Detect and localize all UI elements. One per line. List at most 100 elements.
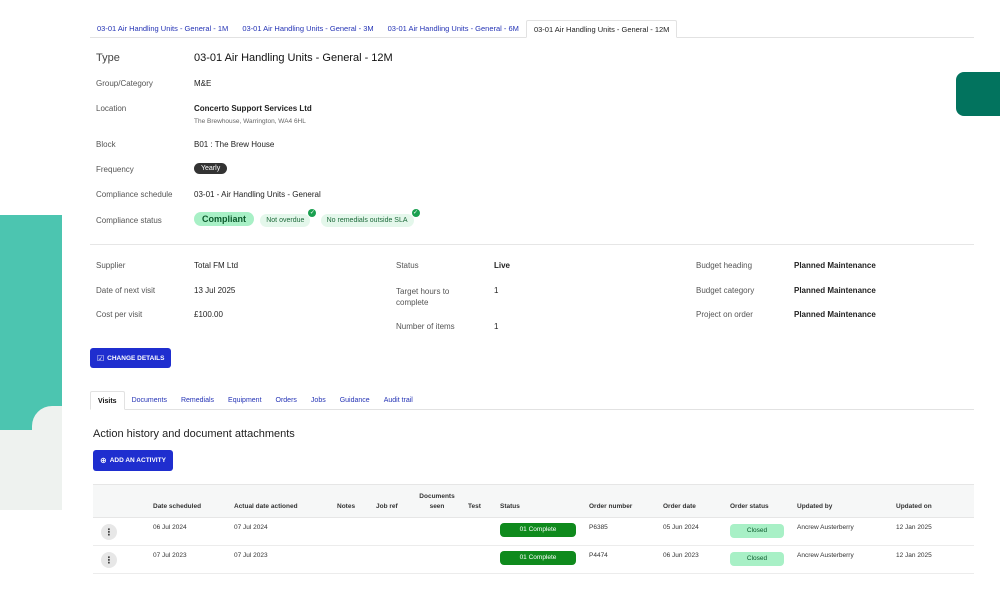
col-actual-date: Actual date actioned: [234, 503, 298, 510]
row-menu-icon[interactable]: ⋮: [101, 552, 117, 568]
cell-order-date: 05 Jun 2024: [663, 524, 699, 531]
block-value: B01 : The Brew House: [194, 140, 275, 149]
cell-updated-by: Ancrew Austerberry: [797, 552, 854, 559]
cell-actual-date: 07 Jul 2024: [234, 524, 268, 531]
row-menu-icon[interactable]: ⋮: [101, 524, 117, 540]
tab-remedials[interactable]: Remedials: [174, 391, 221, 410]
block-label: Block: [96, 140, 116, 149]
status-label: Status: [396, 261, 419, 270]
col-updated-on: Updated on: [896, 503, 932, 510]
items-value: 1: [494, 322, 499, 331]
cost-value: £100.00: [194, 310, 223, 319]
tab-audit-trail[interactable]: Audit trail: [377, 391, 420, 410]
order-status-badge: Closed: [730, 524, 784, 538]
type-value: 03-01 Air Handling Units - General - 12M: [194, 52, 393, 64]
col-date-scheduled: Date scheduled: [153, 503, 202, 510]
remedials-text: No remedials outside SLA: [326, 217, 408, 224]
tab-6m[interactable]: 03-01 Air Handling Units - General - 6M: [381, 20, 526, 38]
decorative-teal-shape-top: [0, 215, 62, 255]
table-row: ⋮ 06 Jul 2024 07 Jul 2024 01 Complete P6…: [93, 518, 974, 546]
col-order-date: Order date: [663, 503, 696, 510]
cell-updated-on: 12 Jan 2025: [896, 524, 932, 531]
target-hours-label: Target hours to complete: [396, 287, 450, 307]
frequency-badge: Yearly: [194, 163, 228, 174]
supplier-label: Supplier: [96, 261, 126, 270]
section-title: Action history and document attachments: [93, 428, 295, 440]
change-details-label: CHANGE DETAILS: [107, 354, 165, 362]
budget-heading-value: Planned Maintenance: [794, 261, 876, 270]
add-activity-label: ADD AN ACTIVITY: [109, 457, 166, 464]
cell-date-scheduled: 06 Jul 2024: [153, 524, 187, 531]
next-visit-value: 13 Jul 2025: [194, 286, 236, 295]
tab-equipment[interactable]: Equipment: [221, 391, 268, 410]
col-notes: Notes: [337, 503, 356, 510]
status-value: Live: [494, 261, 511, 270]
cost-label: Cost per visit: [96, 310, 143, 319]
location-label: Location: [96, 104, 127, 113]
not-overdue-badge: Not overdue ✓: [260, 209, 317, 227]
col-test: Test: [468, 503, 481, 510]
group-label: Group/Category: [96, 79, 153, 88]
location-address: The Brewhouse, Warrington, WA4 6HL: [194, 118, 306, 125]
schedule-value: 03-01 - Air Handling Units - General: [194, 190, 321, 199]
budget-category-label: Budget category: [696, 286, 755, 295]
supplier-value: Total FM Ltd: [194, 261, 239, 270]
project-label: Project on order: [696, 310, 753, 319]
tab-orders[interactable]: Orders: [269, 391, 304, 410]
tab-visits[interactable]: Visits: [90, 391, 125, 410]
tab-12m[interactable]: 03-01 Air Handling Units - General - 12M: [525, 20, 678, 38]
visits-table: Date scheduled Actual date actioned Note…: [93, 484, 974, 574]
table-row: ⋮ 07 Jul 2023 07 Jul 2023 01 Complete P4…: [93, 546, 974, 574]
cell-order-number: P6385: [589, 524, 608, 531]
plus-circle-icon: ⊕: [100, 456, 107, 465]
not-overdue-text: Not overdue: [266, 217, 305, 224]
schedule-label: Compliance schedule: [96, 190, 173, 199]
schedule-tabs: 03-01 Air Handling Units - General - 1M …: [90, 20, 974, 38]
target-hours-value: 1: [494, 286, 499, 295]
main-content: 03-01 Air Handling Units - General - 1M …: [90, 0, 974, 589]
compliance-status-cell: Compliant Not overdue ✓ No remedials outs…: [194, 209, 420, 227]
tab-documents[interactable]: Documents: [125, 391, 174, 410]
remedials-badge: No remedials outside SLA ✓: [320, 209, 420, 227]
cell-order-date: 06 Jun 2023: [663, 552, 699, 559]
col-status: Status: [500, 503, 520, 510]
status-complete-badge: 01 Complete: [500, 551, 576, 565]
location-name: Concerto Support Services Ltd: [194, 104, 312, 113]
col-documents-seen: Documents seen: [419, 493, 455, 510]
col-order-number: Order number: [589, 503, 633, 510]
change-details-button[interactable]: ☑ CHANGE DETAILS: [90, 348, 172, 368]
budget-category-value: Planned Maintenance: [794, 286, 876, 295]
group-value: M&E: [194, 79, 212, 88]
next-visit-label: Date of next visit: [96, 286, 156, 295]
col-updated-by: Updated by: [797, 503, 833, 510]
items-label: Number of items: [396, 322, 455, 331]
type-label: Type: [96, 52, 120, 64]
tab-jobs[interactable]: Jobs: [304, 391, 333, 410]
cell-order-number: P4474: [589, 552, 608, 559]
frequency-label: Frequency: [96, 165, 134, 174]
tab-guidance[interactable]: Guidance: [333, 391, 377, 410]
location-block: Concerto Support Services Ltd The Brewho…: [194, 104, 312, 125]
tab-1m[interactable]: 03-01 Air Handling Units - General - 1M: [90, 20, 235, 38]
order-status-badge: Closed: [730, 552, 784, 566]
table-header: Date scheduled Actual date actioned Note…: [93, 484, 974, 518]
cell-updated-by: Ancrew Austerberry: [797, 524, 854, 531]
cell-date-scheduled: 07 Jul 2023: [153, 552, 187, 559]
cell-updated-on: 12 Jan 2025: [896, 552, 932, 559]
status-complete-badge: 01 Complete: [500, 523, 576, 537]
col-order-status: Order status: [730, 503, 769, 510]
divider: [90, 244, 974, 245]
decorative-grey-tab: [32, 406, 62, 510]
tab-3m[interactable]: 03-01 Air Handling Units - General - 3M: [235, 20, 380, 38]
project-value: Planned Maintenance: [794, 310, 876, 319]
edit-icon: ☑: [97, 353, 105, 363]
col-job-ref: Job ref: [376, 503, 398, 510]
cell-actual-date: 07 Jul 2023: [234, 552, 268, 559]
compliance-status-label: Compliance status: [96, 216, 162, 225]
compliant-badge: Compliant: [194, 212, 254, 226]
budget-heading-label: Budget heading: [696, 261, 753, 270]
frequency-cell: Yearly: [194, 163, 228, 174]
add-activity-button[interactable]: ⊕ ADD AN ACTIVITY: [93, 450, 173, 471]
check-icon: ✓: [308, 209, 317, 217]
check-icon: ✓: [411, 209, 420, 217]
